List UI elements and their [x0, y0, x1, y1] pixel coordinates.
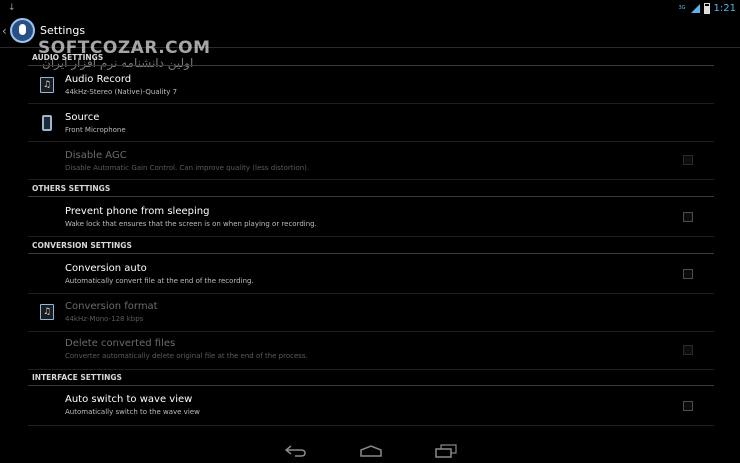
prevent-sleep-checkbox[interactable] [683, 212, 693, 222]
disable-agc-checkbox [683, 155, 693, 165]
pref-title: Audio Record [65, 74, 132, 85]
pref-summary: Disable Automatic Gain Control. Can impr… [65, 164, 310, 172]
pref-auto-wave[interactable]: Auto switch to wave view Automatically s… [28, 388, 714, 426]
back-icon[interactable] [284, 444, 308, 458]
pref-disable-agc: Disable AGC Disable Automatic Gain Contr… [28, 142, 714, 180]
pref-title: Conversion auto [65, 263, 147, 274]
pref-audio-record[interactable]: ♫ Audio Record 44kHz-Stereo (Native)-Qua… [28, 66, 714, 104]
pref-title: Delete converted files [65, 338, 176, 349]
navigation-bar [0, 438, 740, 463]
pref-title: Conversion format [65, 301, 158, 312]
phone-icon [42, 115, 52, 131]
signal-label: 3G [678, 5, 686, 11]
status-bar: ↓ 3G 1:21 [0, 0, 740, 16]
pref-conversion-format: ♫ Conversion format 44kHz-Mono-128 kbps [28, 294, 714, 332]
pref-source[interactable]: Source Front Microphone [28, 104, 714, 142]
notification-icon: ↓ [8, 3, 16, 13]
section-header-conversion: CONVERSION SETTINGS [28, 240, 714, 254]
recent-apps-icon[interactable] [434, 444, 458, 458]
clock: 1:21 [713, 2, 736, 14]
home-icon[interactable] [359, 444, 383, 458]
pref-summary: 44kHz-Stereo (Native)-Quality 7 [65, 88, 178, 96]
pref-delete-converted: Delete converted files Converter automat… [28, 332, 714, 370]
pref-conversion-auto[interactable]: Conversion auto Automatically convert fi… [28, 256, 714, 294]
page-title: Settings [40, 24, 86, 37]
up-navigation-icon[interactable]: ‹ [2, 23, 7, 39]
section-header-others: OTHERS SETTINGS [28, 183, 714, 197]
status-indicators: 3G 1:21 [678, 0, 736, 16]
app-microphone-icon[interactable] [10, 18, 35, 43]
section-header-interface: INTERFACE SETTINGS [28, 372, 714, 386]
delete-converted-checkbox [683, 345, 693, 355]
music-file-icon: ♫ [40, 304, 54, 320]
pref-summary: Automatically convert file at the end of… [65, 277, 254, 285]
battery-icon [703, 2, 710, 14]
conversion-auto-checkbox[interactable] [683, 269, 693, 279]
pref-summary: Front Microphone [65, 126, 126, 134]
pref-summary: 44kHz-Mono-128 kbps [65, 315, 144, 323]
pref-summary: Wake lock that ensures that the screen i… [65, 220, 317, 228]
signal-icon [690, 3, 700, 13]
pref-title: Disable AGC [65, 150, 127, 161]
section-header-audio: AUDIO SETTINGS [28, 52, 714, 66]
pref-title: Prevent phone from sleeping [65, 206, 210, 217]
pref-summary: Converter automatically delete original … [65, 352, 308, 360]
pref-prevent-sleep[interactable]: Prevent phone from sleeping Wake lock th… [28, 199, 714, 237]
pref-title: Source [65, 112, 100, 123]
pref-title: Auto switch to wave view [65, 394, 193, 405]
music-file-icon: ♫ [40, 77, 54, 93]
pref-summary: Automatically switch to the wave view [65, 408, 200, 416]
auto-wave-checkbox[interactable] [683, 401, 693, 411]
